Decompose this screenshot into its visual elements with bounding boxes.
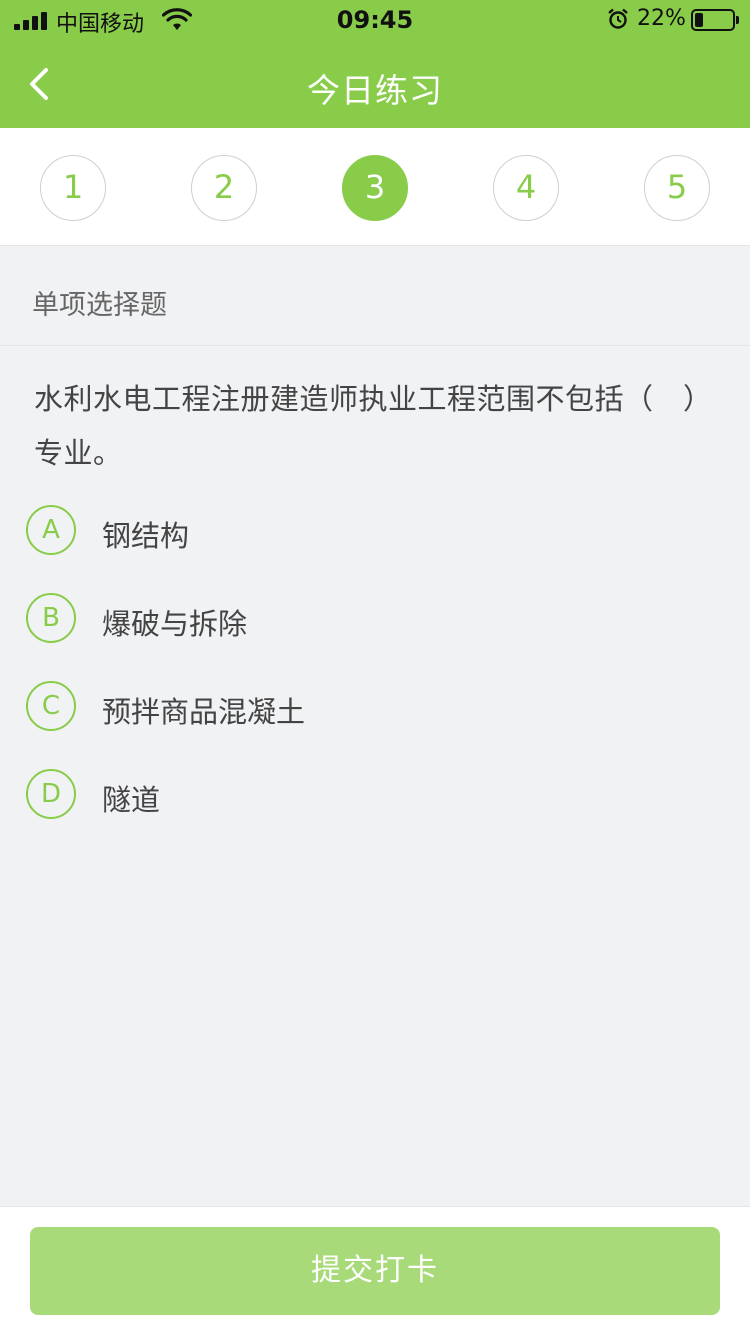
question-type-label: 单项选择题: [32, 290, 167, 321]
question-type-bar: 单项选择题: [0, 247, 750, 346]
step-5[interactable]: 5: [644, 155, 710, 221]
battery-percent: 22%: [637, 6, 686, 31]
option-a[interactable]: A 钢结构: [26, 505, 716, 557]
question-step-row: 1 2 3 4 5: [0, 128, 750, 246]
option-letter: A: [26, 505, 76, 555]
option-b[interactable]: B 爆破与拆除: [26, 593, 716, 645]
option-c[interactable]: C 预拌商品混凝土: [26, 681, 716, 733]
step-1[interactable]: 1: [40, 155, 106, 221]
step-2[interactable]: 2: [191, 155, 257, 221]
battery-level: [695, 13, 703, 27]
step-3[interactable]: 3: [342, 155, 408, 221]
option-text: 爆破与拆除: [102, 607, 248, 641]
option-text: 隧道: [102, 783, 161, 817]
option-text: 预拌商品混凝土: [102, 695, 306, 729]
battery-icon: [691, 9, 739, 31]
page-title: 今日练习: [307, 71, 443, 110]
bottom-bar: 提交打卡: [0, 1206, 750, 1334]
option-letter: B: [26, 593, 76, 643]
alarm-icon: [608, 8, 628, 29]
app-header: 中国移动 09:45 22% 今日练习: [0, 0, 750, 128]
question-text: 水利水电工程注册建造师执业工程范围不包括（ ）专业。: [34, 382, 713, 470]
option-text: 钢结构: [102, 519, 190, 553]
option-d[interactable]: D 隧道: [26, 769, 716, 821]
status-bar: 中国移动 09:45 22%: [0, 0, 750, 40]
step-4[interactable]: 4: [493, 155, 559, 221]
option-letter: C: [26, 681, 76, 731]
option-letter: D: [26, 769, 76, 819]
submit-checkin-button[interactable]: 提交打卡: [30, 1227, 720, 1315]
